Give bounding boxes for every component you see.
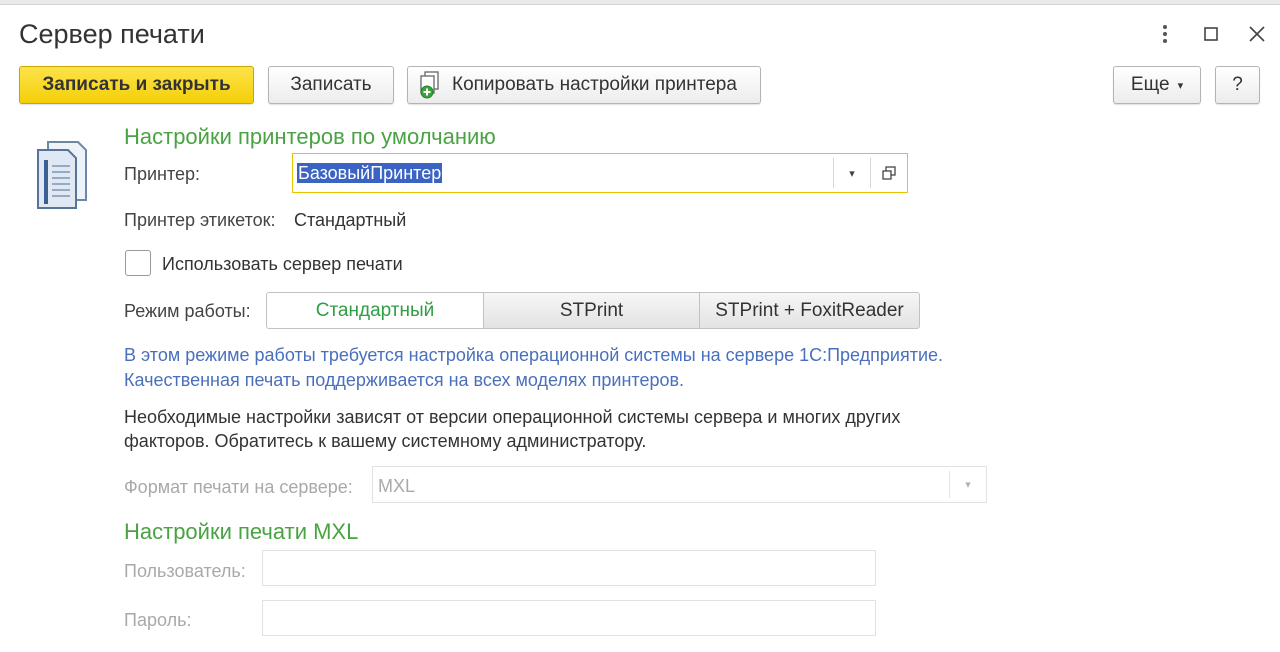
copy-printer-settings-button[interactable]: Копировать настройки принтера [407,66,761,104]
label-printer-value: Стандартный [294,210,407,230]
mode-info-line-2: Качественная печать поддерживается на вс… [124,370,685,390]
label-printer-label: Принтер этикеток: [124,210,276,230]
close-icon[interactable] [1245,22,1269,46]
password-label: Пароль: [124,610,192,630]
use-print-server-checkbox[interactable] [125,250,151,276]
open-form-icon[interactable] [871,154,907,192]
background-window-strip [0,0,1280,5]
vertical-dots-icon[interactable] [1153,22,1177,46]
mode-option-label: Стандартный [315,299,435,321]
mode-option-stprint-foxit[interactable]: STPrint + FoxitReader [699,292,920,329]
mode-label: Режим работы: [124,301,251,321]
printer-value: БазовыйПринтер [297,163,443,183]
help-label: ? [1232,74,1243,95]
printer-documents-icon [34,138,94,212]
password-field[interactable] [262,600,876,636]
mode-option-label: STPrint [559,299,624,321]
server-format-label: Формат печати на сервере: [124,477,353,497]
note-line-2: факторов. Обратитесь к вашему системному… [124,431,647,451]
use-print-server-label: Использовать сервер печати [162,254,403,274]
server-format-value: MXL [378,476,416,496]
window-title: Сервер печати [19,19,205,49]
copy-document-icon [418,71,444,99]
copy-printer-settings-label: Копировать настройки принтера [452,74,737,95]
save-button[interactable]: Записать [268,66,394,104]
printer-label: Принтер: [124,164,201,184]
more-label: Еще [1130,74,1170,95]
note-line-1: Необходимые настройки зависят от версии … [124,407,901,427]
printer-field[interactable]: БазовыйПринтер ▾ [292,153,908,193]
user-label: Пользователь: [124,561,246,581]
chevron-down-icon[interactable]: ▾ [950,467,986,502]
chevron-down-icon: ▾ [1177,79,1184,92]
more-button[interactable]: Еще ▾ [1113,66,1201,104]
save-and-close-label: Записать и закрыть [42,74,231,95]
save-and-close-button[interactable]: Записать и закрыть [19,66,254,104]
mode-option-standard[interactable]: Стандартный [266,292,484,329]
default-printers-section-title: Настройки принтеров по умолчанию [124,124,496,149]
chevron-down-icon[interactable]: ▾ [834,154,870,192]
mode-option-label: STPrint + FoxitReader [715,299,904,321]
mxl-settings-section-title: Настройки печати MXL [124,519,359,544]
mode-info-line-1: В этом режиме работы требуется настройка… [124,345,944,365]
server-format-select[interactable]: MXL ▾ [372,466,987,503]
user-field[interactable] [262,550,876,586]
save-label: Записать [290,74,372,95]
mode-option-stprint[interactable]: STPrint [483,292,700,329]
help-button[interactable]: ? [1215,66,1260,104]
maximize-icon[interactable] [1199,22,1223,46]
